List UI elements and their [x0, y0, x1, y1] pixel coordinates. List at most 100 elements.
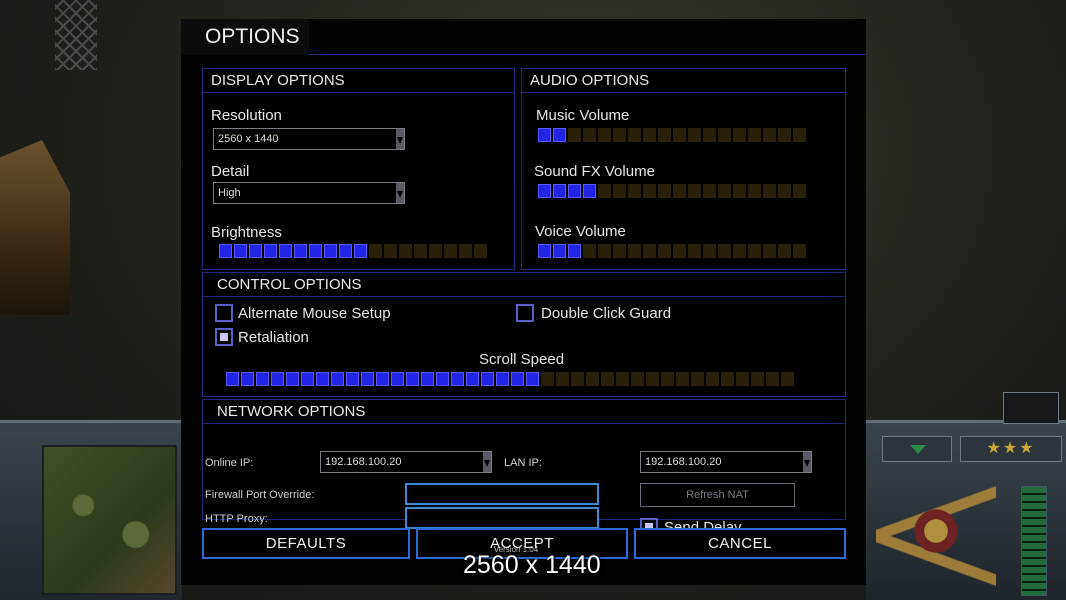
- slider-segment[interactable]: [568, 128, 581, 142]
- slider-segment[interactable]: [736, 372, 749, 386]
- cancel-button[interactable]: CANCEL: [634, 528, 846, 559]
- refresh-nat-button[interactable]: Refresh NAT: [640, 483, 795, 507]
- slider-segment[interactable]: [748, 244, 761, 258]
- slider-segment[interactable]: [733, 128, 746, 142]
- slider-segment[interactable]: [586, 372, 599, 386]
- slider-segment[interactable]: [496, 372, 509, 386]
- slider-segment[interactable]: [628, 128, 641, 142]
- slider-segment[interactable]: [658, 184, 671, 198]
- slider-segment[interactable]: [541, 372, 554, 386]
- slider-segment[interactable]: [339, 244, 352, 258]
- slider-segment[interactable]: [793, 244, 806, 258]
- slider-segment[interactable]: [613, 128, 626, 142]
- slider-segment[interactable]: [616, 372, 629, 386]
- slider-segment[interactable]: [234, 244, 247, 258]
- slider-segment[interactable]: [294, 244, 307, 258]
- voice-volume-slider[interactable]: [538, 244, 806, 258]
- slider-segment[interactable]: [721, 372, 734, 386]
- dropdown-arrow-icon[interactable]: [803, 452, 811, 472]
- slider-segment[interactable]: [793, 128, 806, 142]
- slider-segment[interactable]: [553, 244, 566, 258]
- slider-segment[interactable]: [538, 184, 551, 198]
- online-ip-dropdown[interactable]: 192.168.100.20: [320, 451, 492, 473]
- slider-segment[interactable]: [583, 184, 596, 198]
- minimap[interactable]: [42, 445, 177, 595]
- slider-segment[interactable]: [781, 372, 794, 386]
- sound-fx-volume-slider[interactable]: [538, 184, 806, 198]
- slider-segment[interactable]: [703, 184, 716, 198]
- slider-segment[interactable]: [571, 372, 584, 386]
- slider-segment[interactable]: [526, 372, 539, 386]
- slider-segment[interactable]: [763, 184, 776, 198]
- slider-segment[interactable]: [324, 244, 337, 258]
- slider-segment[interactable]: [706, 372, 719, 386]
- slider-segment[interactable]: [451, 372, 464, 386]
- slider-segment[interactable]: [399, 244, 412, 258]
- slider-segment[interactable]: [676, 372, 689, 386]
- dropdown-arrow-icon[interactable]: [483, 452, 491, 472]
- slider-segment[interactable]: [598, 244, 611, 258]
- slider-segment[interactable]: [733, 184, 746, 198]
- brightness-slider[interactable]: [219, 244, 487, 258]
- slider-segment[interactable]: [703, 128, 716, 142]
- lan-ip-dropdown[interactable]: 192.168.100.20: [640, 451, 812, 473]
- firewall-port-input[interactable]: [405, 483, 599, 505]
- slider-segment[interactable]: [613, 184, 626, 198]
- slider-segment[interactable]: [538, 128, 551, 142]
- slider-segment[interactable]: [673, 244, 686, 258]
- dropdown-arrow-icon[interactable]: [396, 183, 404, 203]
- slider-segment[interactable]: [568, 244, 581, 258]
- slider-segment[interactable]: [673, 128, 686, 142]
- slider-segment[interactable]: [688, 244, 701, 258]
- slider-segment[interactable]: [331, 372, 344, 386]
- slider-segment[interactable]: [733, 244, 746, 258]
- slider-segment[interactable]: [226, 372, 239, 386]
- resolution-dropdown[interactable]: 2560 x 1440: [213, 128, 405, 150]
- retaliation-checkbox[interactable]: [215, 328, 233, 346]
- slider-segment[interactable]: [391, 372, 404, 386]
- slider-segment[interactable]: [658, 244, 671, 258]
- http-proxy-input[interactable]: [405, 507, 599, 529]
- slider-segment[interactable]: [643, 128, 656, 142]
- slider-segment[interactable]: [763, 244, 776, 258]
- slider-segment[interactable]: [751, 372, 764, 386]
- slider-segment[interactable]: [643, 184, 656, 198]
- slider-segment[interactable]: [538, 244, 551, 258]
- slider-segment[interactable]: [436, 372, 449, 386]
- defaults-button[interactable]: DEFAULTS: [202, 528, 410, 559]
- slider-segment[interactable]: [688, 184, 701, 198]
- slider-segment[interactable]: [673, 184, 686, 198]
- slider-segment[interactable]: [553, 128, 566, 142]
- slider-segment[interactable]: [778, 184, 791, 198]
- slider-segment[interactable]: [241, 372, 254, 386]
- slider-segment[interactable]: [658, 128, 671, 142]
- slider-segment[interactable]: [598, 128, 611, 142]
- slider-segment[interactable]: [601, 372, 614, 386]
- slider-segment[interactable]: [309, 244, 322, 258]
- slider-segment[interactable]: [718, 184, 731, 198]
- slider-segment[interactable]: [766, 372, 779, 386]
- slider-segment[interactable]: [474, 244, 487, 258]
- slider-segment[interactable]: [763, 128, 776, 142]
- slider-segment[interactable]: [691, 372, 704, 386]
- alternate-mouse-checkbox[interactable]: [215, 304, 233, 322]
- slider-segment[interactable]: [249, 244, 262, 258]
- slider-segment[interactable]: [718, 244, 731, 258]
- slider-segment[interactable]: [444, 244, 457, 258]
- slider-segment[interactable]: [748, 128, 761, 142]
- slider-segment[interactable]: [384, 244, 397, 258]
- slider-segment[interactable]: [643, 244, 656, 258]
- slider-segment[interactable]: [279, 244, 292, 258]
- slider-segment[interactable]: [264, 244, 277, 258]
- double-click-guard-checkbox[interactable]: [516, 304, 534, 322]
- slider-segment[interactable]: [646, 372, 659, 386]
- slider-segment[interactable]: [481, 372, 494, 386]
- slider-segment[interactable]: [406, 372, 419, 386]
- music-volume-slider[interactable]: [538, 128, 806, 142]
- slider-segment[interactable]: [286, 372, 299, 386]
- slider-segment[interactable]: [346, 372, 359, 386]
- slider-segment[interactable]: [598, 184, 611, 198]
- slider-segment[interactable]: [256, 372, 269, 386]
- slider-segment[interactable]: [271, 372, 284, 386]
- slider-segment[interactable]: [703, 244, 716, 258]
